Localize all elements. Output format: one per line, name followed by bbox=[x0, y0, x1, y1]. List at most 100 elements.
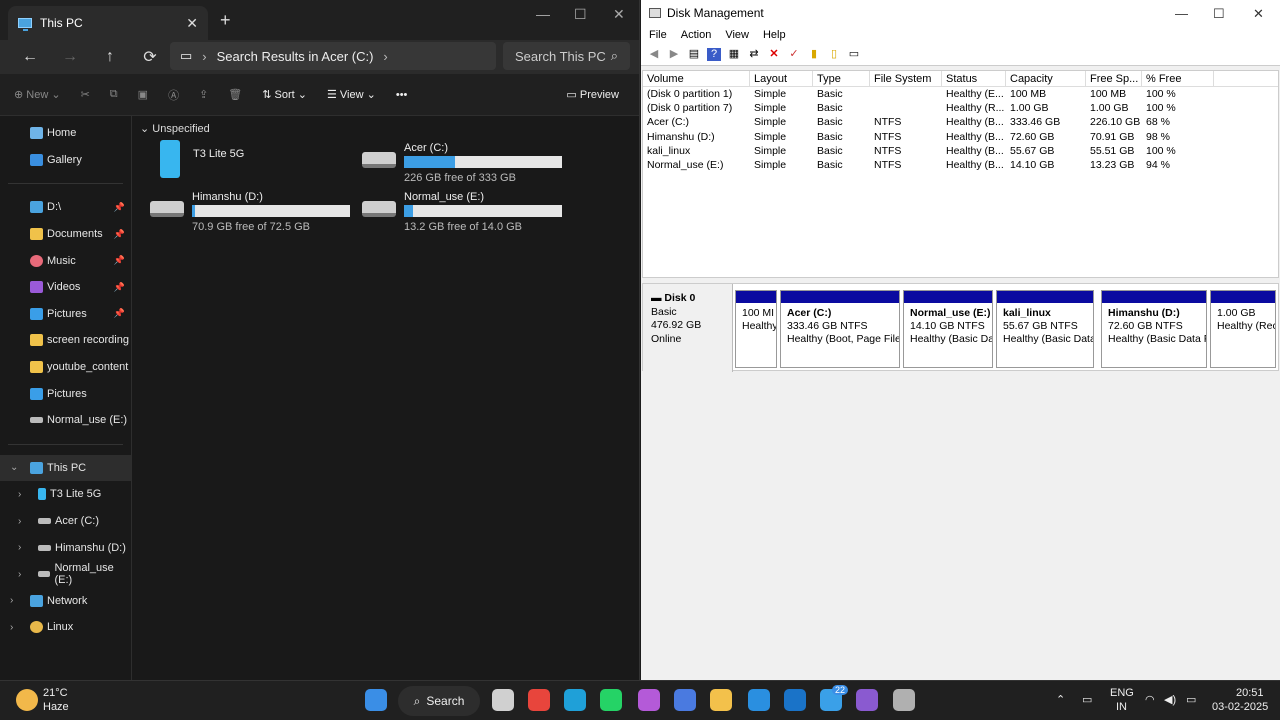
chevron-right-icon[interactable]: › bbox=[18, 542, 21, 553]
wifi-icon[interactable]: ◠ bbox=[1145, 693, 1155, 706]
chevron-right-icon[interactable]: › bbox=[383, 49, 387, 64]
connect-icon[interactable]: ⇄ bbox=[747, 48, 761, 61]
table-row[interactable]: Normal_use (E:) Simple Basic NTFS Healthy (B… bbox=[643, 158, 1278, 172]
drive-tile-normal-use-e[interactable]: Normal_use (E:) 13.2 GB free of 14.0 GB bbox=[362, 191, 574, 235]
minimize-button[interactable]: — bbox=[536, 6, 550, 22]
taskbar-search[interactable]: ⌕ Search bbox=[398, 686, 480, 716]
table-row[interactable]: (Disk 0 partition 1) Simple Basic Healthy (… bbox=[643, 87, 1278, 101]
col-status[interactable]: Status bbox=[942, 71, 1006, 86]
weather-temp[interactable]: 21°C bbox=[43, 687, 68, 699]
cut-icon[interactable]: ✂ bbox=[81, 88, 90, 101]
close-button[interactable]: ✕ bbox=[613, 6, 625, 23]
help-icon[interactable]: ? bbox=[707, 48, 721, 61]
up-arrow-icon[interactable]: ↑ bbox=[90, 48, 130, 66]
forward-arrow-icon[interactable]: ▶ bbox=[667, 48, 681, 61]
sidebar-item-videos[interactable]: Videos 📌 bbox=[0, 274, 131, 301]
chevron-right-icon[interactable]: › bbox=[18, 489, 21, 500]
preview-button[interactable]: ▭ Preview bbox=[566, 88, 619, 101]
drive-tile-himanshu-d[interactable]: Himanshu (D:) 70.9 GB free of 72.5 GB bbox=[150, 191, 362, 235]
sidebar-item-pictures[interactable]: Pictures 📌 bbox=[0, 301, 131, 328]
back-arrow-icon[interactable]: ◀ bbox=[647, 48, 661, 61]
partition-block[interactable]: 100 MI Healthy bbox=[735, 290, 777, 368]
disk-mgmt-icon[interactable] bbox=[893, 689, 915, 711]
clock-time[interactable]: 20:51 bbox=[1236, 687, 1264, 699]
lang-region[interactable]: IN bbox=[1116, 701, 1127, 713]
tree-normal-use-e[interactable]: › Normal_use (E:) bbox=[0, 561, 131, 588]
new-icon[interactable]: ▮ bbox=[807, 48, 821, 61]
partition-block[interactable]: kali_linux 55.67 GB NTFS Healthy (Basic Da… bbox=[996, 290, 1094, 368]
check-icon[interactable]: ✓ bbox=[787, 48, 801, 61]
maximize-button[interactable]: ☐ bbox=[1213, 6, 1225, 22]
close-button[interactable]: ✕ bbox=[1253, 6, 1264, 22]
delete-icon[interactable]: ✕ bbox=[767, 48, 781, 61]
menu-action[interactable]: Action bbox=[681, 29, 712, 41]
forward-arrow-icon[interactable]: → bbox=[50, 48, 90, 66]
weather-icon[interactable] bbox=[16, 689, 38, 711]
col-volume[interactable]: Volume bbox=[643, 71, 750, 86]
chevron-up-icon[interactable]: ⌃ bbox=[1056, 693, 1065, 706]
drive-tile-acer-c[interactable]: Acer (C:) 226 GB free of 333 GB bbox=[362, 142, 574, 186]
tree-network[interactable]: › Network bbox=[0, 588, 131, 615]
list-view-icon[interactable]: ▦ bbox=[727, 48, 741, 61]
share-icon[interactable]: ⇪ bbox=[199, 88, 208, 101]
device-name[interactable]: T3 Lite 5G bbox=[193, 148, 244, 160]
tree-t3-lite[interactable]: › T3 Lite 5G bbox=[0, 481, 131, 508]
new-tab-button[interactable]: + bbox=[220, 10, 231, 31]
whatsapp-icon[interactable] bbox=[600, 689, 622, 711]
chevron-right-icon[interactable]: › bbox=[18, 569, 21, 580]
tree-this-pc[interactable]: ⌄ This PC bbox=[0, 454, 131, 482]
chevron-right-icon[interactable]: › bbox=[10, 622, 13, 633]
chrome-icon[interactable] bbox=[528, 689, 550, 711]
paste-icon[interactable]: ▣ bbox=[138, 88, 148, 101]
table-row[interactable]: Himanshu (D:) Simple Basic NTFS Healthy (B..… bbox=[643, 130, 1278, 144]
tablet-icon[interactable]: ▭ bbox=[1082, 693, 1092, 706]
menu-help[interactable]: Help bbox=[763, 29, 786, 41]
sidebar-item-music[interactable]: Music 📌 bbox=[0, 247, 131, 274]
maximize-button[interactable]: ☐ bbox=[574, 6, 587, 23]
table-row[interactable]: kali_linux Simple Basic NTFS Healthy (B... 55… bbox=[643, 144, 1278, 158]
view-button[interactable]: ☰ View ⌄ bbox=[327, 88, 376, 101]
chevron-right-icon[interactable]: › bbox=[10, 595, 13, 606]
sidebar-item-normal-use[interactable]: Normal_use (E:) bbox=[0, 407, 131, 434]
task-view-icon[interactable] bbox=[492, 689, 514, 711]
vscode-icon[interactable] bbox=[748, 689, 770, 711]
tree-himanshu-d[interactable]: › Himanshu (D:) bbox=[0, 534, 131, 561]
menu-view[interactable]: View bbox=[725, 29, 749, 41]
delete-icon[interactable]: 🗑 bbox=[228, 88, 242, 101]
close-tab-icon[interactable]: ✕ bbox=[186, 15, 198, 32]
tree-linux[interactable]: › Linux bbox=[0, 614, 131, 641]
partition-block[interactable]: Acer (C:) 333.46 GB NTFS Healthy (Boot, Pa… bbox=[780, 290, 900, 368]
disk-info[interactable]: ▬ Disk 0 Basic 476.92 GB Online bbox=[643, 284, 733, 372]
clock-date[interactable]: 03-02-2025 bbox=[1212, 701, 1268, 713]
file-explorer-icon[interactable] bbox=[710, 689, 732, 711]
sidebar-item-pictures-2[interactable]: Pictures bbox=[0, 380, 131, 407]
search-input[interactable]: Search This PC ⌕ bbox=[503, 42, 630, 70]
table-row[interactable]: (Disk 0 partition 7) Simple Basic Healthy (… bbox=[643, 101, 1278, 115]
chevron-right-icon[interactable]: › bbox=[18, 516, 21, 527]
edge-icon[interactable] bbox=[564, 689, 586, 711]
clipchamp-icon[interactable] bbox=[856, 689, 878, 711]
properties-icon[interactable]: ▤ bbox=[687, 48, 701, 61]
refresh-icon[interactable]: ⟳ bbox=[130, 47, 170, 67]
group-header[interactable]: ⌄ Unspecified bbox=[140, 122, 210, 135]
window-icon[interactable]: ▭ bbox=[847, 48, 861, 61]
sidebar-item-home[interactable]: Home bbox=[0, 120, 131, 147]
rename-icon[interactable]: Ⓐ bbox=[168, 87, 179, 103]
translate-icon[interactable] bbox=[674, 689, 696, 711]
outlook-icon[interactable] bbox=[784, 689, 806, 711]
minimize-button[interactable]: — bbox=[1175, 6, 1188, 21]
sidebar-item-d[interactable]: D:\ 📌 bbox=[0, 194, 131, 221]
more-options-button[interactable]: ••• bbox=[396, 89, 408, 101]
weather-desc[interactable]: Haze bbox=[43, 701, 69, 713]
partition-block[interactable]: Normal_use (E:) 14.10 GB NTFS Healthy (Bas… bbox=[903, 290, 993, 368]
col-capacity[interactable]: Capacity bbox=[1006, 71, 1086, 86]
tab-this-pc[interactable]: This PC ✕ bbox=[8, 6, 208, 40]
copy-icon[interactable]: ⧉ bbox=[110, 88, 118, 101]
partition-block[interactable]: Himanshu (D:) 72.60 GB NTFS Healthy (Basic… bbox=[1101, 290, 1207, 368]
sidebar-item-youtube-content[interactable]: youtube_content bbox=[0, 354, 131, 381]
table-row[interactable]: Acer (C:) Simple Basic NTFS Healthy (B... 333… bbox=[643, 115, 1278, 129]
copilot-icon[interactable] bbox=[638, 689, 660, 711]
col-layout[interactable]: Layout bbox=[750, 71, 813, 86]
phone-icon[interactable] bbox=[160, 140, 180, 178]
sidebar-item-screen-recording[interactable]: screen recording bbox=[0, 327, 131, 354]
